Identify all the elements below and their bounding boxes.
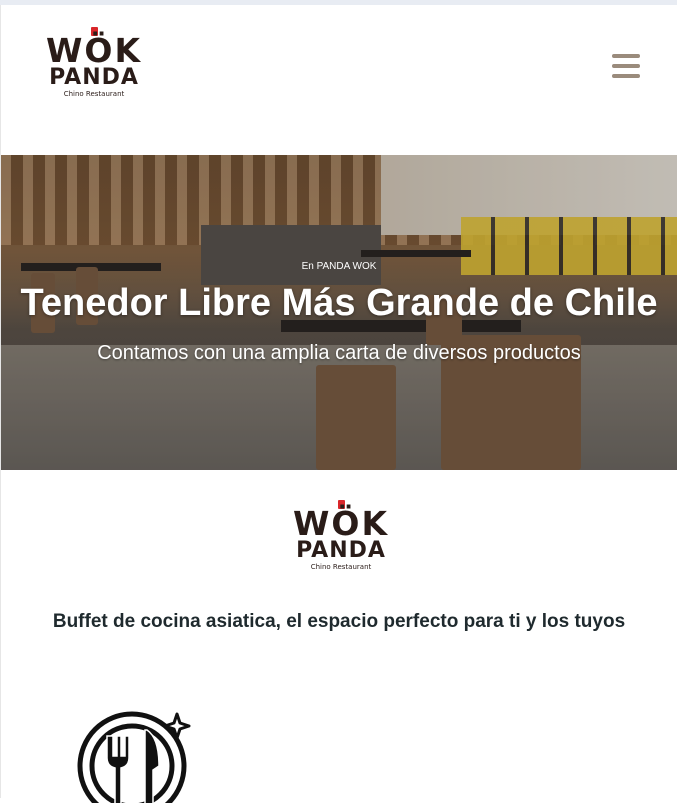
logo-wordmark-top: WÖK — [45, 31, 143, 70]
hero-subtitle: Contamos con una amplia carta de diverso… — [97, 342, 581, 364]
logo-wordmark-top: WÖK — [292, 504, 390, 543]
hero-banner: En PANDA WOK Tenedor Libre Más Grande de… — [1, 155, 677, 470]
hero-kicker: En PANDA WOK — [301, 261, 377, 272]
page: WÖK PANDA Chino Restaurant En PANDA WOK … — [0, 5, 677, 803]
logo-tagline: Chino Restaurant — [310, 563, 372, 571]
hero-title: Tenedor Libre Más Grande de Chile — [20, 282, 658, 324]
logo-tagline: Chino Restaurant — [63, 90, 125, 98]
intro-heading: Buffet de cocina asiatica, el espacio pe… — [52, 611, 626, 632]
hamburger-bar — [612, 54, 640, 58]
plate-fork-knife-svg — [77, 711, 191, 803]
hamburger-menu-icon[interactable] — [612, 54, 640, 78]
logo-wordmark-bottom: PANDA — [296, 538, 386, 563]
logo-wordmark-bottom: PANDA — [49, 65, 139, 90]
hamburger-bar — [612, 74, 640, 78]
plate-fork-knife-icon — [77, 708, 193, 803]
site-header: WÖK PANDA Chino Restaurant — [1, 5, 677, 155]
hamburger-bar — [612, 64, 640, 68]
intro-logo: WÖK PANDA Chino Restaurant — [292, 500, 390, 571]
header-logo[interactable]: WÖK PANDA Chino Restaurant — [45, 27, 143, 98]
